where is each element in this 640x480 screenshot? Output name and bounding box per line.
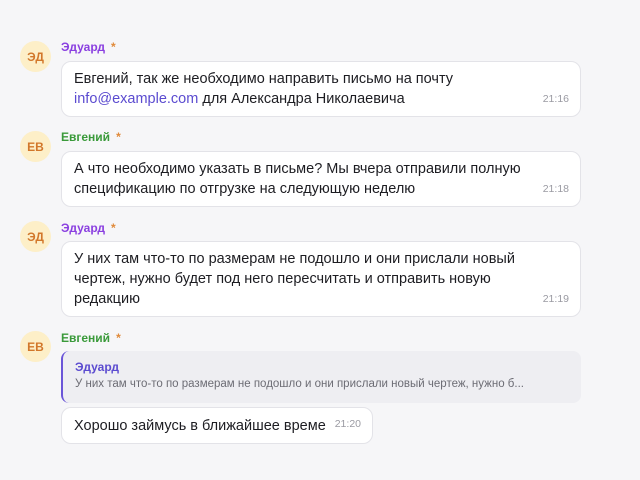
author-name[interactable]: Эдуард * bbox=[61, 221, 116, 235]
author-label: Эдуард bbox=[61, 40, 105, 54]
quote-author: Эдуард bbox=[75, 360, 119, 374]
message-text: для Александра Николаевича bbox=[198, 91, 405, 107]
author-label: Евгений bbox=[61, 331, 111, 345]
message-text: спецификацию по отгрузке на следующую не… bbox=[74, 181, 416, 197]
message-bubble: А что необходимо указать в письме? Мы вч… bbox=[61, 151, 581, 207]
message-text: Евгений, так же необходимо направить пис… bbox=[74, 71, 453, 87]
star-icon: * bbox=[116, 130, 121, 144]
timestamp: 21:20 bbox=[334, 418, 361, 430]
author-name[interactable]: Евгений * bbox=[61, 331, 121, 345]
author-name[interactable]: Эдуард * bbox=[61, 40, 116, 54]
message-text: Хорошо займусь в ближайшее време bbox=[74, 418, 326, 434]
message-bubble: Хорошо займусь в ближайшее време 21:20 bbox=[61, 407, 373, 444]
message-text: чертеж, нужно будет под него пересчитать… bbox=[74, 271, 491, 287]
star-icon: * bbox=[116, 331, 121, 345]
email-link[interactable]: info@example.com bbox=[74, 91, 198, 107]
star-icon: * bbox=[110, 40, 116, 54]
message-text: А что необходимо указать в письме? Мы вч… bbox=[74, 161, 521, 177]
message-text: редакцию bbox=[74, 291, 140, 307]
message-bubble: Евгений, так же необходимо направить пис… bbox=[61, 61, 581, 117]
avatar: ЕВ bbox=[20, 131, 51, 162]
reply-quote[interactable]: Эдуард У них там что-то по размерам не п… bbox=[61, 351, 581, 403]
author-label: Эдуард bbox=[61, 221, 105, 235]
avatar: ЭД bbox=[20, 221, 51, 252]
quote-text: У них там что-то по размерам не подошло … bbox=[75, 378, 524, 390]
avatar: ЕВ bbox=[20, 331, 51, 362]
timestamp: 21:18 bbox=[542, 183, 569, 195]
avatar: ЭД bbox=[20, 41, 51, 72]
timestamp: 21:19 bbox=[542, 293, 569, 305]
timestamp: 21:16 bbox=[542, 93, 569, 105]
author-name[interactable]: Евгений * bbox=[61, 130, 121, 144]
message-text: У них там что-то по размерам не подошло … bbox=[74, 251, 515, 267]
star-icon: * bbox=[110, 221, 116, 235]
author-label: Евгений bbox=[61, 130, 111, 144]
message-bubble: У них там что-то по размерам не подошло … bbox=[61, 241, 581, 317]
